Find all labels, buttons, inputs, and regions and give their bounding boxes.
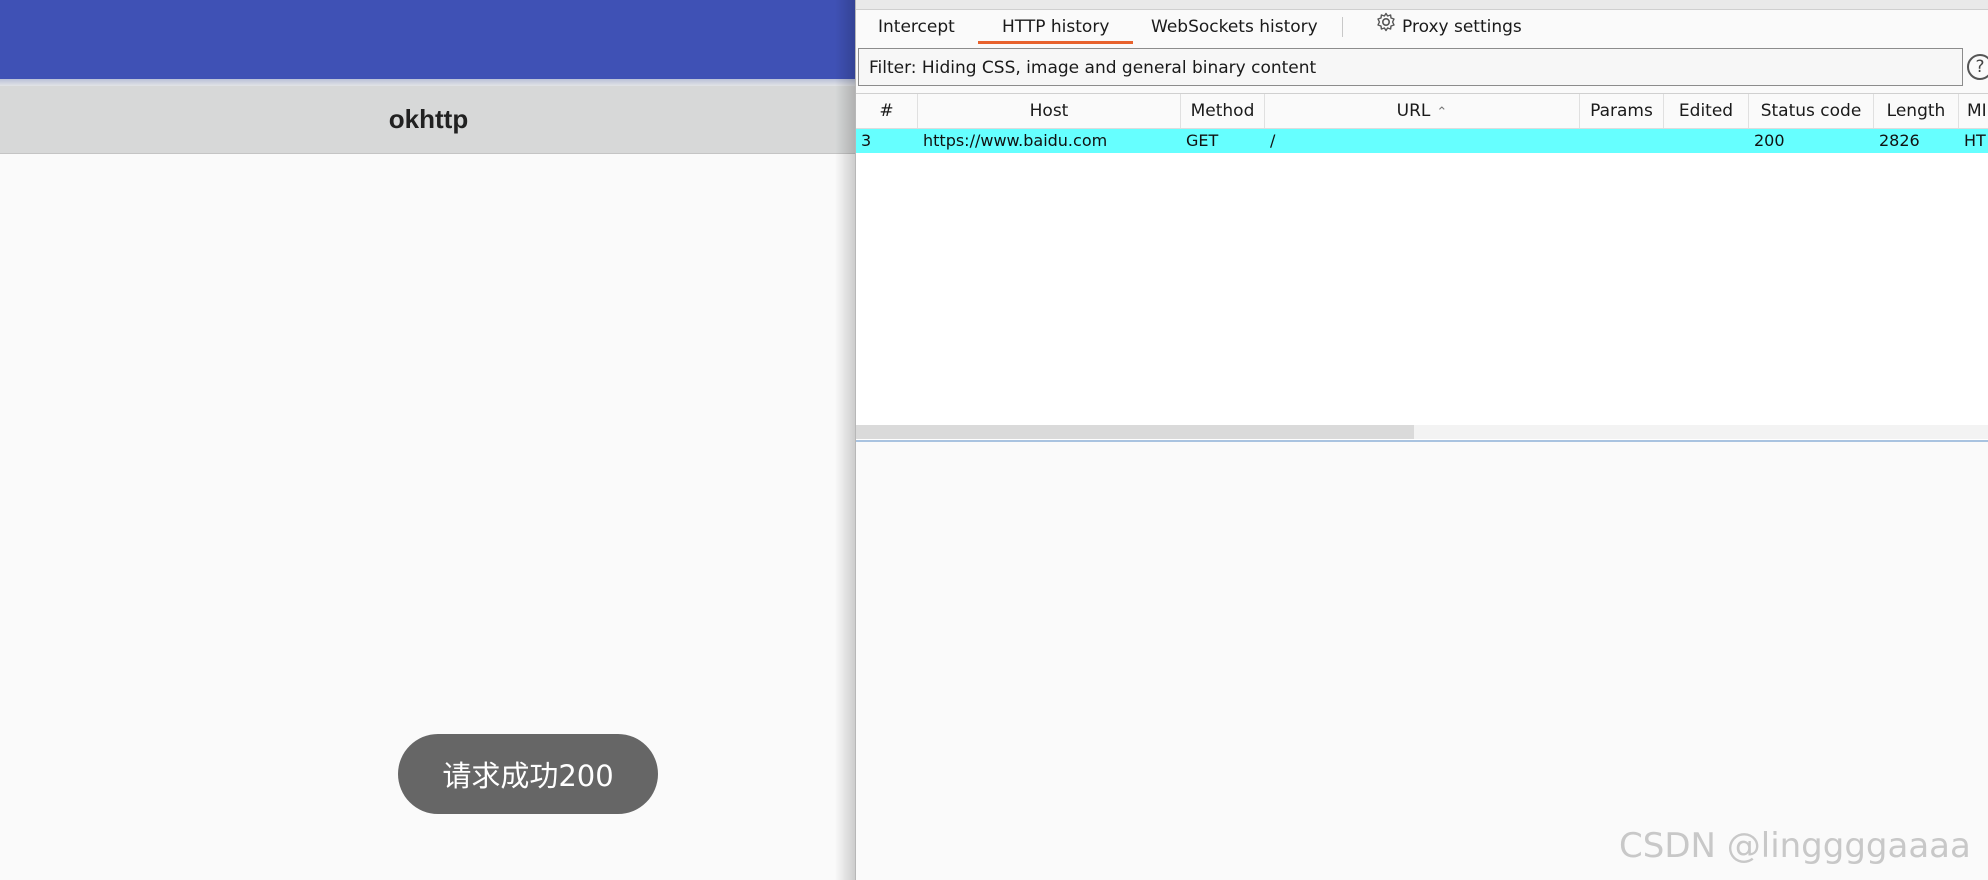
app-title: okhttp [388,104,469,134]
proxy-tabs: Intercept HTTP history WebSockets histor… [856,10,1988,44]
cell-mime: HT [1964,131,1986,150]
column-header-edited[interactable]: Edited [1664,94,1749,128]
column-header-url-label: URL [1396,101,1431,121]
column-header-number[interactable]: # [856,94,918,128]
cell-method: GET [1186,131,1219,150]
column-header-host[interactable]: Host [918,94,1181,128]
http-history-table: # Host Method URL ⌃ Params Edited Status … [856,93,1988,442]
csdn-watermark: CSDN @linggggaaaa [1619,826,1971,866]
column-header-mime[interactable]: MI [1959,94,1988,128]
tab-separator [1342,17,1343,37]
burp-proxy-panel: Intercept HTTP history WebSockets histor… [855,0,1988,880]
cell-status-code: 200 [1754,131,1785,150]
table-header: # Host Method URL ⌃ Params Edited Status … [856,94,1988,129]
table-row[interactable]: 3 https://www.baidu.com GET / 200 2826 H… [856,129,1988,153]
sort-ascending-icon: ⌃ [1436,105,1448,120]
cell-url: / [1270,131,1276,150]
column-header-status-code[interactable]: Status code [1749,94,1874,128]
column-header-method[interactable]: Method [1181,94,1265,128]
tab-proxy-settings[interactable]: Proxy settings [1376,10,1522,44]
app-bar: okhttp [0,86,855,154]
status-bar [0,0,855,79]
horizontal-scrollbar-thumb[interactable] [856,425,1414,439]
tab-proxy-settings-label: Proxy settings [1402,17,1522,37]
column-header-params[interactable]: Params [1580,94,1664,128]
tab-intercept[interactable]: Intercept [878,10,955,44]
window-divider-shadow [835,0,855,880]
tab-websockets-history[interactable]: WebSockets history [1151,10,1318,44]
cell-host: https://www.baidu.com [923,131,1108,150]
cell-length: 2826 [1879,131,1920,150]
pane-splitter[interactable] [856,440,1988,442]
gear-icon [1376,10,1396,44]
cell-edited [1664,129,1749,153]
column-header-url[interactable]: URL ⌃ [1265,94,1580,128]
status-bar-edge [0,79,855,86]
top-strip [856,0,1988,10]
help-icon[interactable]: ? [1967,54,1988,80]
cell-params [1580,129,1664,153]
android-emulator-screen: okhttp 请求成功200 [0,0,855,880]
tab-http-history[interactable]: HTTP history [978,10,1134,44]
toast-message: 请求成功200 [398,734,658,814]
filter-bar[interactable]: Filter: Hiding CSS, image and general bi… [858,48,1963,86]
cell-number: 3 [861,131,872,150]
column-header-length[interactable]: Length [1874,94,1959,128]
